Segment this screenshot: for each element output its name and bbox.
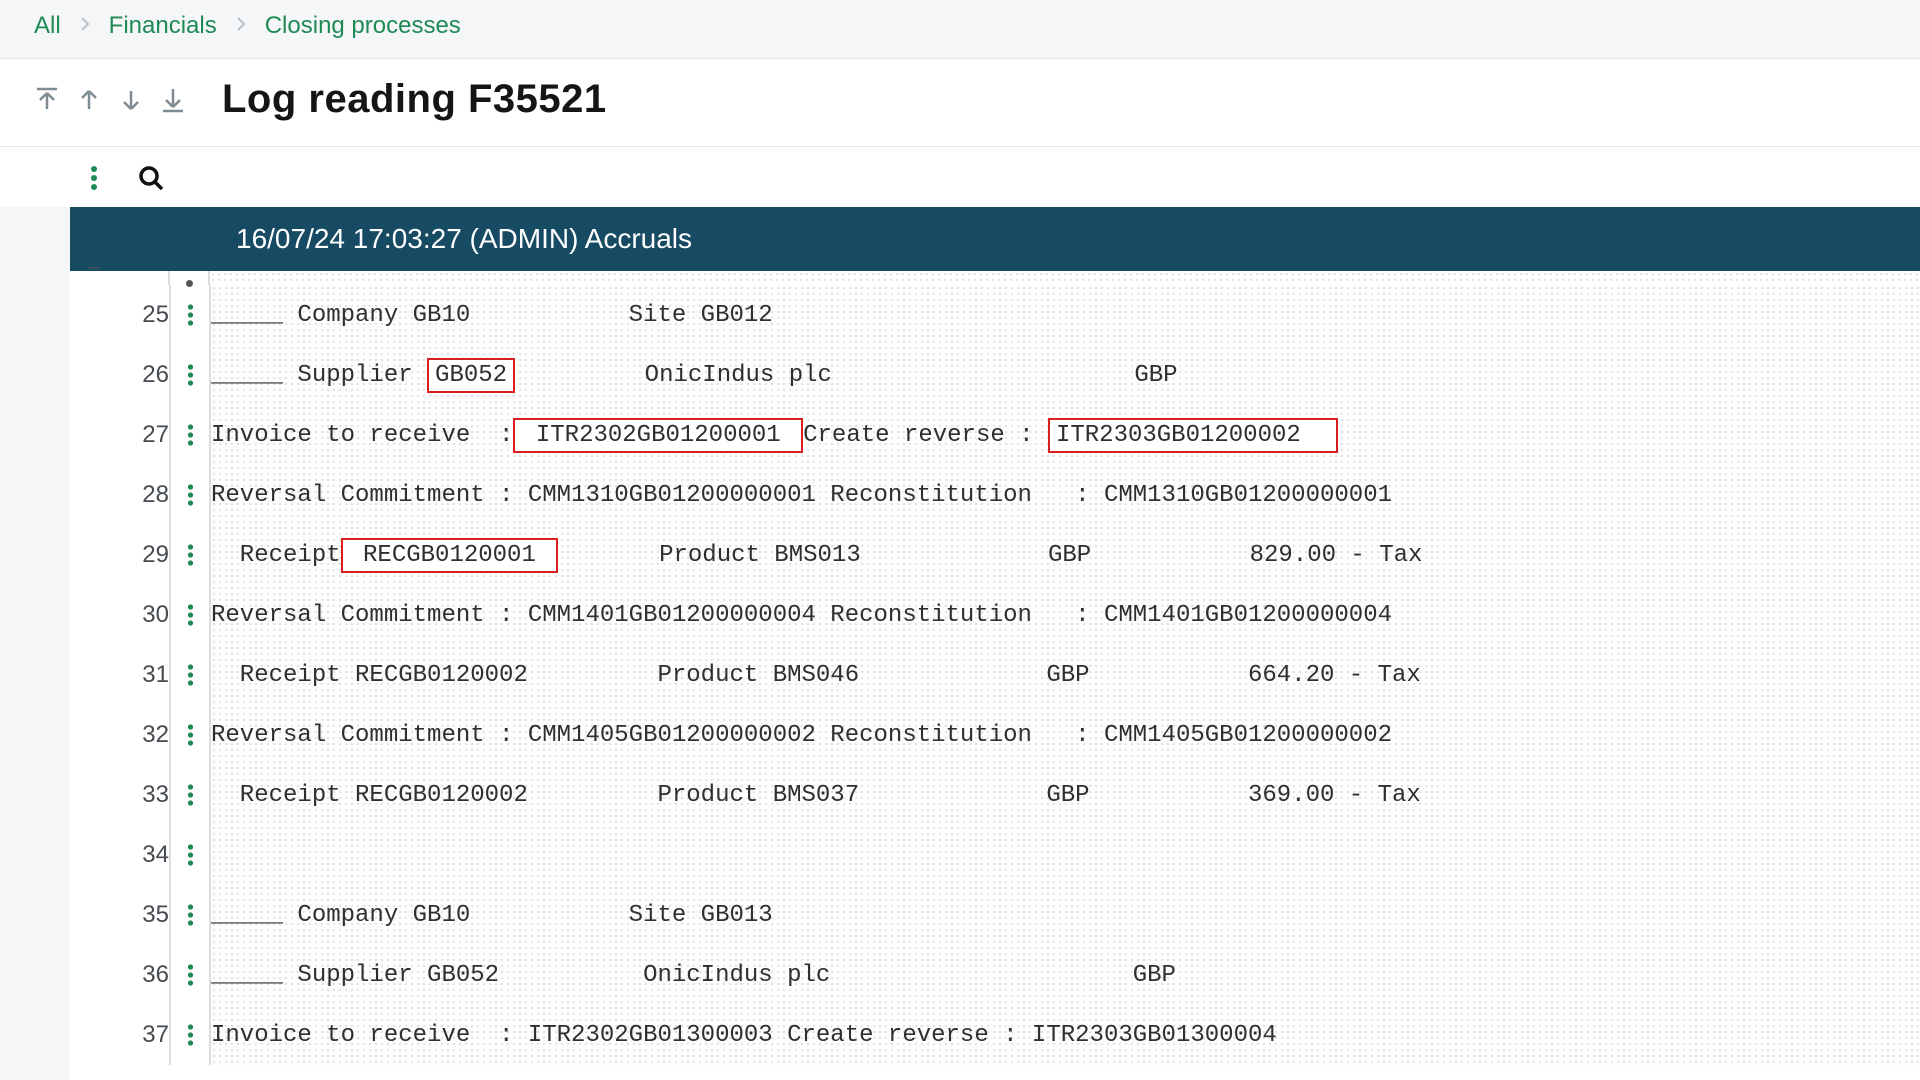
row-menu[interactable] — [170, 585, 210, 645]
line-number: 36 — [70, 945, 170, 1005]
line-number: 31 — [70, 645, 170, 705]
row-menu[interactable] — [170, 285, 210, 345]
log-line-content: Receipt RECGB0120002 Product BMS037 GBP … — [210, 765, 1920, 825]
row-kebab-icon[interactable] — [178, 540, 202, 570]
row-menu[interactable] — [170, 405, 210, 465]
grid-actions-menu-icon[interactable] — [82, 163, 106, 193]
log-row: 35 _____ Company GB10 Site GB013 — [70, 885, 1920, 945]
highlighted-value: GB052 — [427, 358, 515, 393]
log-line-content: Invoice to receive : ITR2302GB01300003 C… — [210, 1005, 1920, 1065]
row-kebab-icon[interactable] — [178, 420, 202, 450]
first-record-icon[interactable] — [30, 83, 64, 117]
line-number: 30 — [70, 585, 170, 645]
row-menu[interactable] — [170, 1005, 210, 1065]
log-row: 37 Invoice to receive : ITR2302GB01300003… — [70, 1005, 1920, 1065]
last-record-icon[interactable] — [156, 83, 190, 117]
row-kebab-icon[interactable] — [178, 960, 202, 990]
line-number: 37 — [70, 1005, 170, 1065]
row-kebab-icon[interactable] — [178, 840, 202, 870]
chevron-right-icon — [233, 15, 249, 38]
log-line-content: _____ Company GB10 Site GB013 — [210, 885, 1920, 945]
prev-record-icon[interactable] — [72, 83, 106, 117]
log-row: 30 Reversal Commitment : CMM1401GB0120000… — [70, 585, 1920, 645]
log-row: 29 Receipt RECGB0120001 Product BMS013 G… — [70, 525, 1920, 585]
row-menu[interactable] — [170, 765, 210, 825]
log-header: 16/07/24 17:03:27 (ADMIN) Accruals — [210, 207, 1920, 271]
highlighted-value: RECGB0120001 — [341, 538, 559, 573]
line-number: 25 — [70, 285, 170, 345]
breadcrumb-item-closing-processes[interactable]: Closing processes — [265, 12, 461, 40]
log-line-content — [210, 825, 1920, 885]
row-kebab-icon[interactable] — [178, 780, 202, 810]
breadcrumb-item-financials[interactable]: Financials — [109, 12, 217, 40]
highlighted-value: ITR2303GB01200002 — [1048, 418, 1338, 453]
log-line-content: Receipt RECGB0120001 Product BMS013 GBP … — [210, 525, 1920, 585]
log-line-content: Reversal Commitment : CMM1405GB012000000… — [210, 705, 1920, 765]
page-title: Log reading F35521 — [222, 77, 607, 122]
log-line-content: Receipt RECGB0120002 Product BMS046 GBP … — [210, 645, 1920, 705]
chevron-right-icon — [77, 15, 93, 38]
row-menu[interactable] — [170, 825, 210, 885]
line-number: 28 — [70, 465, 170, 525]
log-row: 26 _____ Supplier GB052 OnicIndus plc GBP — [70, 345, 1920, 405]
row-kebab-icon[interactable] — [178, 600, 202, 630]
log-panel: 16/07/24 17:03:27 (ADMIN) Accruals ‾‾ 25… — [70, 207, 1920, 1080]
log-line-content: Invoice to receive : ITR2302GB01200001 C… — [210, 405, 1920, 465]
line-number: 26 — [70, 345, 170, 405]
log-row: 32 Reversal Commitment : CMM1405GB0120000… — [70, 705, 1920, 765]
log-row: 25 _____ Company GB10 Site GB012 — [70, 285, 1920, 345]
row-menu[interactable] — [170, 945, 210, 1005]
line-number: 33 — [70, 765, 170, 825]
breadcrumb-item-all[interactable]: All — [34, 12, 61, 40]
log-row: 31 Receipt RECGB0120002 Product BMS046 G… — [70, 645, 1920, 705]
row-kebab-icon[interactable] — [178, 480, 202, 510]
line-number: 34 — [70, 825, 170, 885]
row-menu[interactable] — [170, 465, 210, 525]
log-row: 28 Reversal Commitment : CMM1310GB0120000… — [70, 465, 1920, 525]
line-number: 27 — [70, 405, 170, 465]
next-record-icon[interactable] — [114, 83, 148, 117]
row-kebab-icon[interactable] — [178, 300, 202, 330]
log-row: 36 _____ Supplier GB052 OnicIndus plc GBP — [70, 945, 1920, 1005]
row-menu[interactable] — [170, 705, 210, 765]
log-row: 27 Invoice to receive : ITR2302GB01200001… — [70, 405, 1920, 465]
line-number: 35 — [70, 885, 170, 945]
line-number: 32 — [70, 705, 170, 765]
breadcrumb: All Financials Closing processes — [0, 0, 1920, 58]
row-menu[interactable] — [170, 645, 210, 705]
search-icon[interactable] — [136, 163, 166, 193]
log-table: 25 _____ Company GB10 Site GB012 26 _____ S… — [70, 285, 1920, 1065]
row-kebab-icon[interactable] — [178, 1020, 202, 1050]
dot-icon — [186, 280, 193, 287]
log-line-content: Reversal Commitment : CMM1401GB012000000… — [210, 585, 1920, 645]
row-kebab-icon[interactable] — [178, 660, 202, 690]
row-kebab-icon[interactable] — [178, 720, 202, 750]
record-nav-arrows — [30, 83, 190, 117]
row-kebab-icon[interactable] — [178, 360, 202, 390]
log-row: 33 Receipt RECGB0120002 Product BMS037 G… — [70, 765, 1920, 825]
row-menu[interactable] — [170, 345, 210, 405]
highlighted-value: ITR2302GB01200001 — [513, 418, 803, 453]
row-menu[interactable] — [170, 525, 210, 585]
log-row: 34 — [70, 825, 1920, 885]
log-line-content: _____ Company GB10 Site GB012 — [210, 285, 1920, 345]
log-line-content: Reversal Commitment : CMM1310GB012000000… — [210, 465, 1920, 525]
line-number: 29 — [70, 525, 170, 585]
grid-toolbar — [0, 147, 1920, 207]
log-line-content: _____ Supplier GB052 OnicIndus plc GBP — [210, 945, 1920, 1005]
title-bar: Log reading F35521 — [0, 58, 1920, 147]
row-menu[interactable] — [170, 885, 210, 945]
row-kebab-icon[interactable] — [178, 900, 202, 930]
log-line-content: _____ Supplier GB052 OnicIndus plc GBP — [210, 345, 1920, 405]
